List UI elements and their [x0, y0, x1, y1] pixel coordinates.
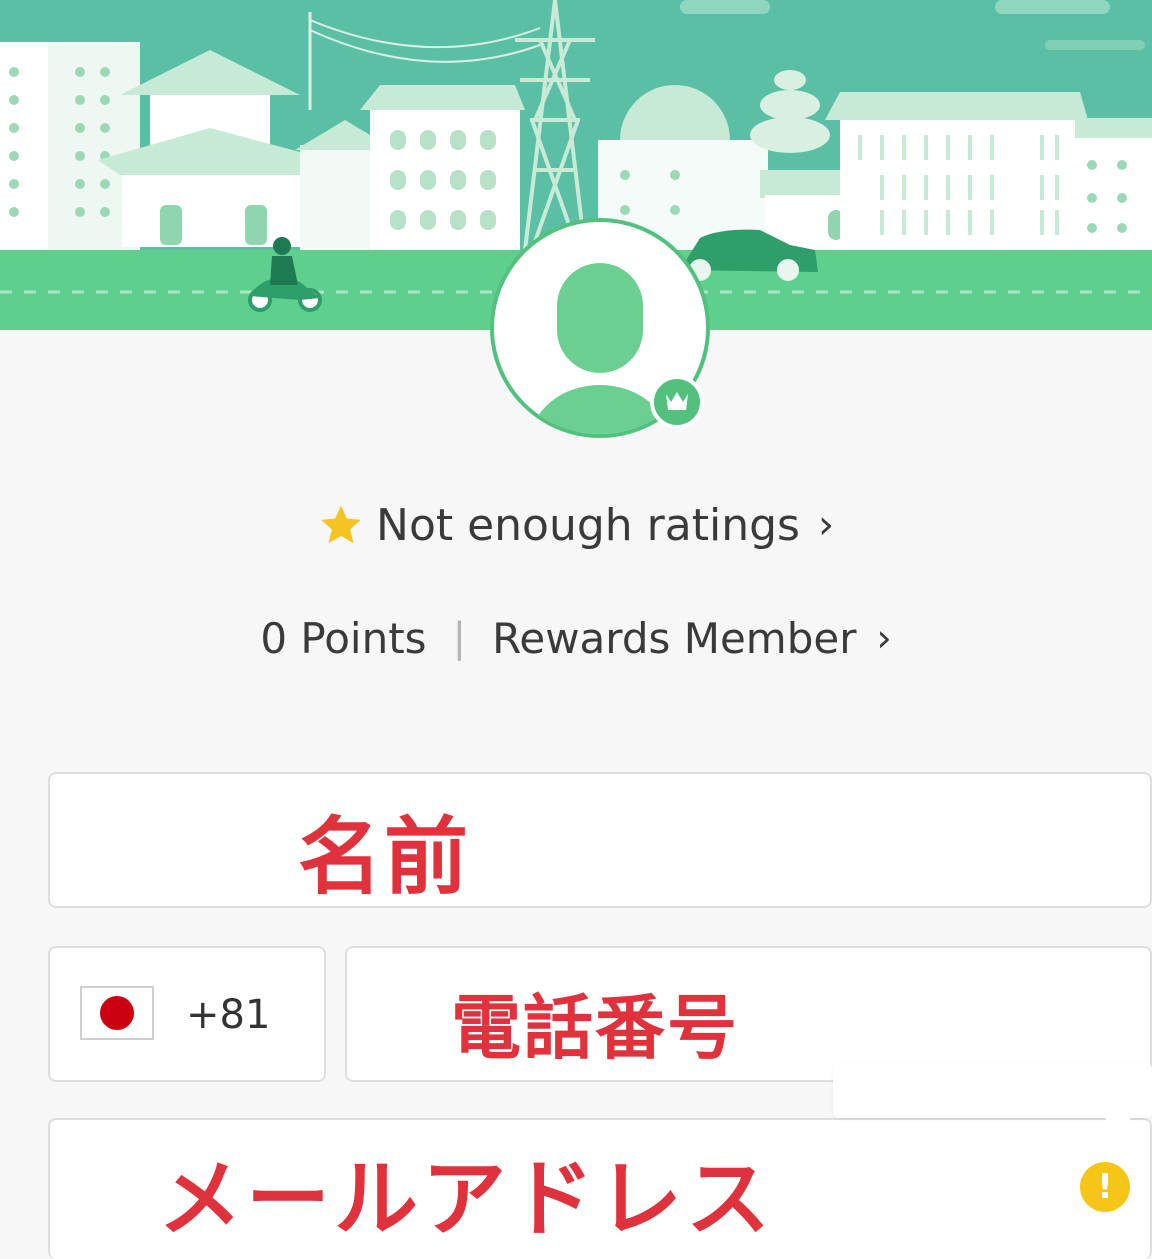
chevron-right-icon: › [817, 502, 834, 548]
country-code-selector[interactable]: +81 [48, 946, 326, 1082]
rating-text: Not enough ratings [376, 499, 800, 551]
japan-flag-icon [80, 986, 154, 1040]
country-code: +81 [186, 992, 271, 1038]
phone-annotation: 電話番号 [451, 987, 739, 1069]
email-annotation: メールアドレス [158, 1150, 775, 1248]
email-field[interactable]: メールアドレス ! [48, 1118, 1152, 1259]
chevron-right-icon: › [876, 616, 892, 660]
name-field[interactable]: 名前 [48, 772, 1152, 908]
points-link[interactable]: 0 Points [260, 614, 426, 663]
tooltip-tail [1104, 1116, 1132, 1138]
crown-badge [650, 375, 704, 429]
warning-icon[interactable]: ! [1080, 1162, 1130, 1212]
phone-field[interactable]: 電話番号 [345, 946, 1152, 1082]
rewards-tier-link[interactable]: Rewards Member [492, 614, 856, 663]
star-icon [321, 505, 361, 544]
warning-tooltip [833, 1063, 1152, 1118]
avatar[interactable] [487, 215, 713, 441]
crown-icon [666, 392, 688, 410]
rating-link[interactable]: Not enough ratings › [0, 495, 1152, 555]
points-row: 0 Points | Rewards Member › [0, 608, 1152, 668]
name-annotation: 名前 [298, 808, 471, 906]
points-separator: | [452, 615, 467, 661]
